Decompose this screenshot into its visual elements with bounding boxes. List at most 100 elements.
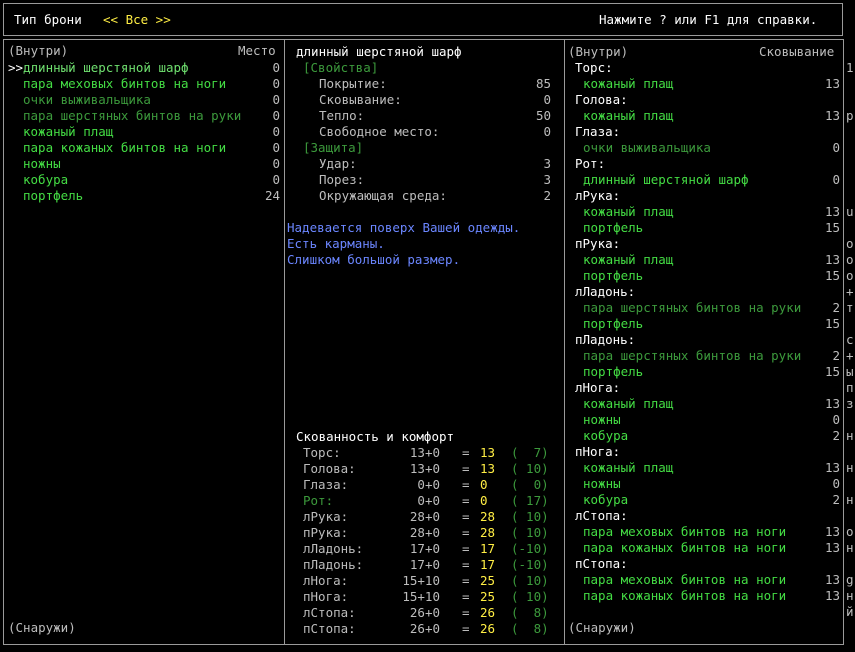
worn-item[interactable]: пара шерстяных бинтов на руки: [583, 300, 801, 316]
body-part-label: пНога:: [575, 444, 621, 459]
help-hint: Нажмите ? или F1 для справки.: [599, 12, 818, 27]
inventory-item-volume: 0: [272, 172, 280, 187]
selection-cursor: >>: [8, 60, 24, 75]
inventory-item[interactable]: пара шерстяных бинтов на руки: [23, 108, 241, 124]
worn-item[interactable]: портфель: [583, 220, 643, 236]
worn-item[interactable]: кожаный плащ: [583, 252, 673, 268]
cutoff-char: т: [846, 300, 854, 315]
cutoff-char: р: [846, 108, 854, 123]
item-note: Есть карманы.: [287, 236, 385, 251]
worn-item[interactable]: пара меховых бинтов на ноги: [583, 524, 786, 540]
property-value: 85: [535, 76, 551, 91]
worn-item[interactable]: кожаный плащ: [583, 396, 673, 412]
worn-item[interactable]: ножны: [583, 476, 621, 492]
worn-item[interactable]: пара шерстяных бинтов на руки: [583, 348, 801, 364]
worn-item[interactable]: кожаный плащ: [583, 204, 673, 220]
body-part-label: Рот:: [575, 156, 606, 171]
inventory-item[interactable]: пара меховых бинтов на ноги: [23, 76, 226, 92]
cutoff-char: g: [846, 572, 854, 587]
body-part-label: Голова:: [575, 92, 628, 107]
encumbrance-base: 15+10: [402, 589, 440, 604]
encumbrance-total: 25: [480, 573, 496, 588]
inventory-item[interactable]: ножны: [23, 156, 61, 172]
props-header: [Свойства]: [303, 60, 379, 75]
encumbrance-part: пЛадонь:: [303, 557, 364, 572]
worn-item[interactable]: кобура: [583, 492, 628, 508]
worn-item[interactable]: пара кожаных бинтов на ноги: [583, 540, 786, 556]
encumbrance-header: Скованность и комфорт: [296, 429, 455, 444]
worn-item[interactable]: портфель: [583, 364, 643, 380]
worn-item[interactable]: кобура: [583, 428, 628, 444]
cutoff-char: +: [846, 348, 854, 363]
item-note: Слишком большой размер.: [287, 252, 461, 267]
cutoff-char: н: [846, 540, 854, 555]
body-part-label: пЛадонь:: [575, 332, 636, 347]
worn-item[interactable]: кожаный плащ: [583, 76, 673, 92]
cutoff-char: о: [846, 252, 854, 267]
property-label: Тепло:: [319, 108, 365, 123]
encumbrance-base: 13+0: [409, 445, 440, 460]
encumbrance-base: 15+10: [402, 573, 440, 588]
worn-item-encumbrance: 2: [832, 428, 840, 443]
worn-item-encumbrance: 13: [824, 588, 840, 603]
cutoff-char: +: [846, 284, 854, 299]
cutoff-char: з: [846, 396, 854, 411]
worn-item-encumbrance: 15: [824, 364, 840, 379]
inventory-item-volume: 0: [272, 124, 280, 139]
warmth-value: (-10): [511, 541, 549, 556]
inventory-item[interactable]: длинный шерстяной шарф: [23, 60, 189, 76]
worn-item[interactable]: пара меховых бинтов на ноги: [583, 572, 786, 588]
item-title: длинный шерстяной шарф: [296, 44, 462, 59]
cutoff-char: п: [846, 380, 854, 395]
worn-item-encumbrance: 13: [824, 396, 840, 411]
inventory-item[interactable]: кожаный плащ: [23, 124, 113, 140]
worn-item-encumbrance: 13: [824, 76, 840, 91]
property-value: 0: [543, 124, 551, 139]
cutoff-char: u: [846, 204, 854, 219]
worn-item-encumbrance: 13: [824, 252, 840, 267]
cutoff-char: н: [846, 428, 854, 443]
worn-item-encumbrance: 13: [824, 108, 840, 123]
protection-value: 2: [543, 188, 551, 203]
inventory-item[interactable]: очки выживальщика: [23, 92, 151, 108]
armor-filter[interactable]: << Все >>: [103, 12, 171, 28]
worn-item[interactable]: портфель: [583, 268, 643, 284]
worn-item[interactable]: кожаный плащ: [583, 460, 673, 476]
right-footer: (Снаружи): [568, 620, 636, 635]
cutoff-char: 1: [846, 60, 854, 75]
inventory-item[interactable]: кобура: [23, 172, 68, 188]
worn-item[interactable]: длинный шерстяной шарф: [583, 172, 749, 188]
worn-item[interactable]: портфель: [583, 316, 643, 332]
warmth-value: ( 10): [511, 525, 549, 540]
protection-value: 3: [543, 156, 551, 171]
worn-item-encumbrance: 15: [824, 220, 840, 235]
encumbrance-base: 26+0: [409, 621, 440, 636]
encumbrance-part: лНога:: [303, 573, 349, 588]
inventory-item-volume: 0: [272, 76, 280, 91]
worn-item[interactable]: очки выживальщика: [583, 140, 711, 156]
cutoff-char: ы: [846, 364, 854, 379]
worn-item[interactable]: пара кожаных бинтов на ноги: [583, 588, 786, 604]
worn-item-encumbrance: 2: [832, 492, 840, 507]
encumbrance-base: 28+0: [409, 525, 440, 540]
warmth-value: ( 0): [511, 477, 549, 492]
worn-item[interactable]: кожаный плащ: [583, 108, 673, 124]
body-part-label: Торс:: [575, 60, 613, 75]
encumbrance-part: пРука:: [303, 525, 349, 540]
inventory-item[interactable]: пара кожаных бинтов на ноги: [23, 140, 226, 156]
encumbrance-total: 17: [480, 557, 496, 572]
encumbrance-total: 26: [480, 621, 496, 636]
body-part-label: пРука:: [575, 236, 621, 251]
worn-item-encumbrance: 13: [824, 460, 840, 475]
inventory-item[interactable]: портфель: [23, 188, 83, 204]
encumbrance-part: лРука:: [303, 509, 349, 524]
encumbrance-total: 0: [480, 477, 488, 492]
inventory-item-volume: 0: [272, 92, 280, 107]
encumbrance-equals: =: [462, 445, 470, 460]
worn-item[interactable]: ножны: [583, 412, 621, 428]
encumbrance-base: 28+0: [409, 509, 440, 524]
worn-item-encumbrance: 13: [824, 540, 840, 555]
encumbrance-total: 13: [480, 461, 496, 476]
cutoff-char: о: [846, 236, 854, 251]
encumbrance-equals: =: [462, 557, 470, 572]
